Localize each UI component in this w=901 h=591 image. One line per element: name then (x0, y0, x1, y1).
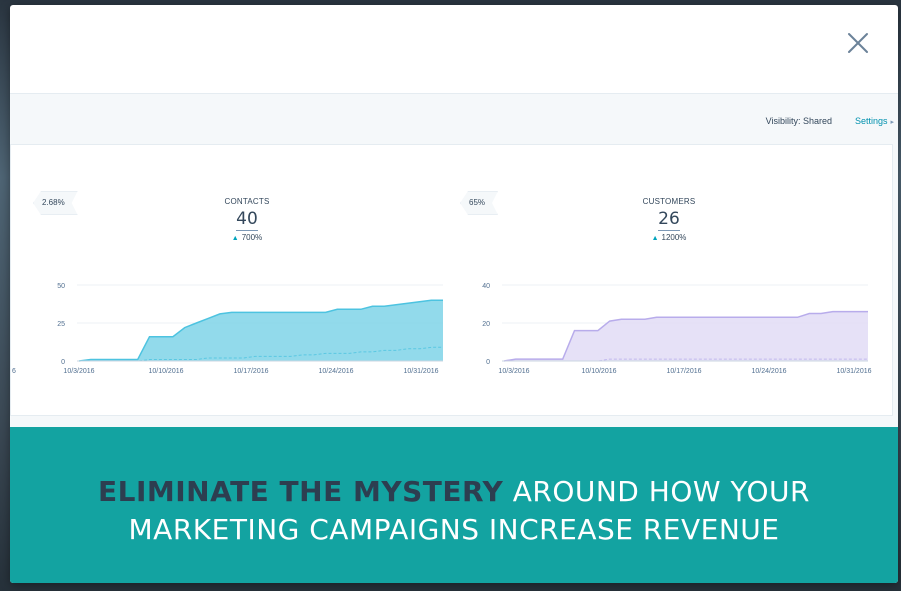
customers-chart: 0 20 40 10/3/2016 10/10/2016 10/17/2016 10/24/… (482, 283, 871, 375)
close-button[interactable] (846, 31, 870, 55)
metric-change: ▲ 1200% (609, 233, 729, 242)
report-card: 2.68% CONTACTS 40 ▲ 700% 0 25 50 10/3/2016 10… (10, 144, 893, 416)
report-screenshot: Visibility: Shared Settings ▸ 2.68% CONTA… (10, 93, 898, 427)
x-tick-label: 10/3/2016 (63, 368, 94, 375)
metric-value: 26 (658, 209, 680, 231)
contacts-panel: 2.68% CONTACTS 40 ▲ 700% 0 25 50 10/3/2016 10… (11, 145, 451, 415)
customers-metric: CUSTOMERS 26 ▲ 1200% (609, 197, 729, 242)
x-tick-label: 10/31/2016 (836, 368, 871, 375)
contacts-metric: CONTACTS 40 ▲ 700% (187, 197, 307, 242)
triangle-up-icon: ▲ (651, 235, 659, 242)
x-tick-label: 10/17/2016 (666, 368, 701, 375)
metric-label: CONTACTS (224, 197, 270, 206)
x-tick-label: 10/31/2016 (403, 368, 438, 375)
headline-rest: AROUND HOW YOUR (503, 475, 811, 508)
settings-link[interactable]: Settings ▸ (855, 116, 894, 126)
settings-label: Settings (854, 116, 888, 126)
conversion-rate-flag: 2.68% (33, 191, 78, 215)
y-tick-label: 0 (486, 359, 490, 366)
modal: Visibility: Shared Settings ▸ 2.68% CONTA… (10, 5, 898, 583)
x-tick-label: 10/3/2016 (498, 368, 529, 375)
metric-change: ▲ 700% (187, 233, 307, 242)
x-tick-label: 10/10/2016 (581, 368, 616, 375)
customers-panel: 65% CUSTOMERS 26 ▲ 1200% 0 20 40 10/3/2016 10… (436, 145, 876, 415)
y-tick-label: 25 (57, 321, 65, 328)
conversion-rate-flag: 65% (460, 191, 498, 215)
y-tick-label: 50 (57, 283, 65, 290)
x-tick-label: 10/10/2016 (148, 368, 183, 375)
x-tick-label-clipped: 6 (12, 368, 16, 375)
y-tick-label: 40 (482, 283, 490, 290)
triangle-up-icon: ▲ (231, 235, 239, 242)
series-area (79, 300, 443, 361)
banner-headline: ELIMINATE THE MYSTERY AROUND HOW YOUR MA… (10, 473, 898, 549)
caret-right-icon: ▸ (890, 119, 894, 126)
x-tick-label: 10/24/2016 (318, 368, 353, 375)
metric-change-value: 700% (241, 233, 263, 242)
report-toolbar: Visibility: Shared Settings ▸ (10, 94, 898, 144)
metric-change-value: 1200% (661, 233, 687, 242)
promo-banner: ELIMINATE THE MYSTERY AROUND HOW YOUR MA… (10, 427, 898, 583)
headline-line-2: MARKETING CAMPAIGNS INCREASE REVENUE (128, 513, 780, 546)
y-tick-label: 0 (61, 359, 65, 366)
x-tick-label: 10/24/2016 (751, 368, 786, 375)
x-tick-label: 10/17/2016 (233, 368, 268, 375)
metric-value: 40 (236, 209, 258, 231)
metric-label: CUSTOMERS (642, 197, 696, 206)
headline-emphasis: ELIMINATE THE MYSTERY (97, 475, 504, 508)
contacts-chart: 0 25 50 10/3/2016 10/10/2016 10/17/2016 10/24/… (12, 283, 443, 375)
series-area (504, 311, 868, 361)
visibility-label: Visibility: Shared (765, 116, 832, 126)
close-icon (848, 33, 868, 53)
y-tick-label: 20 (482, 321, 490, 328)
